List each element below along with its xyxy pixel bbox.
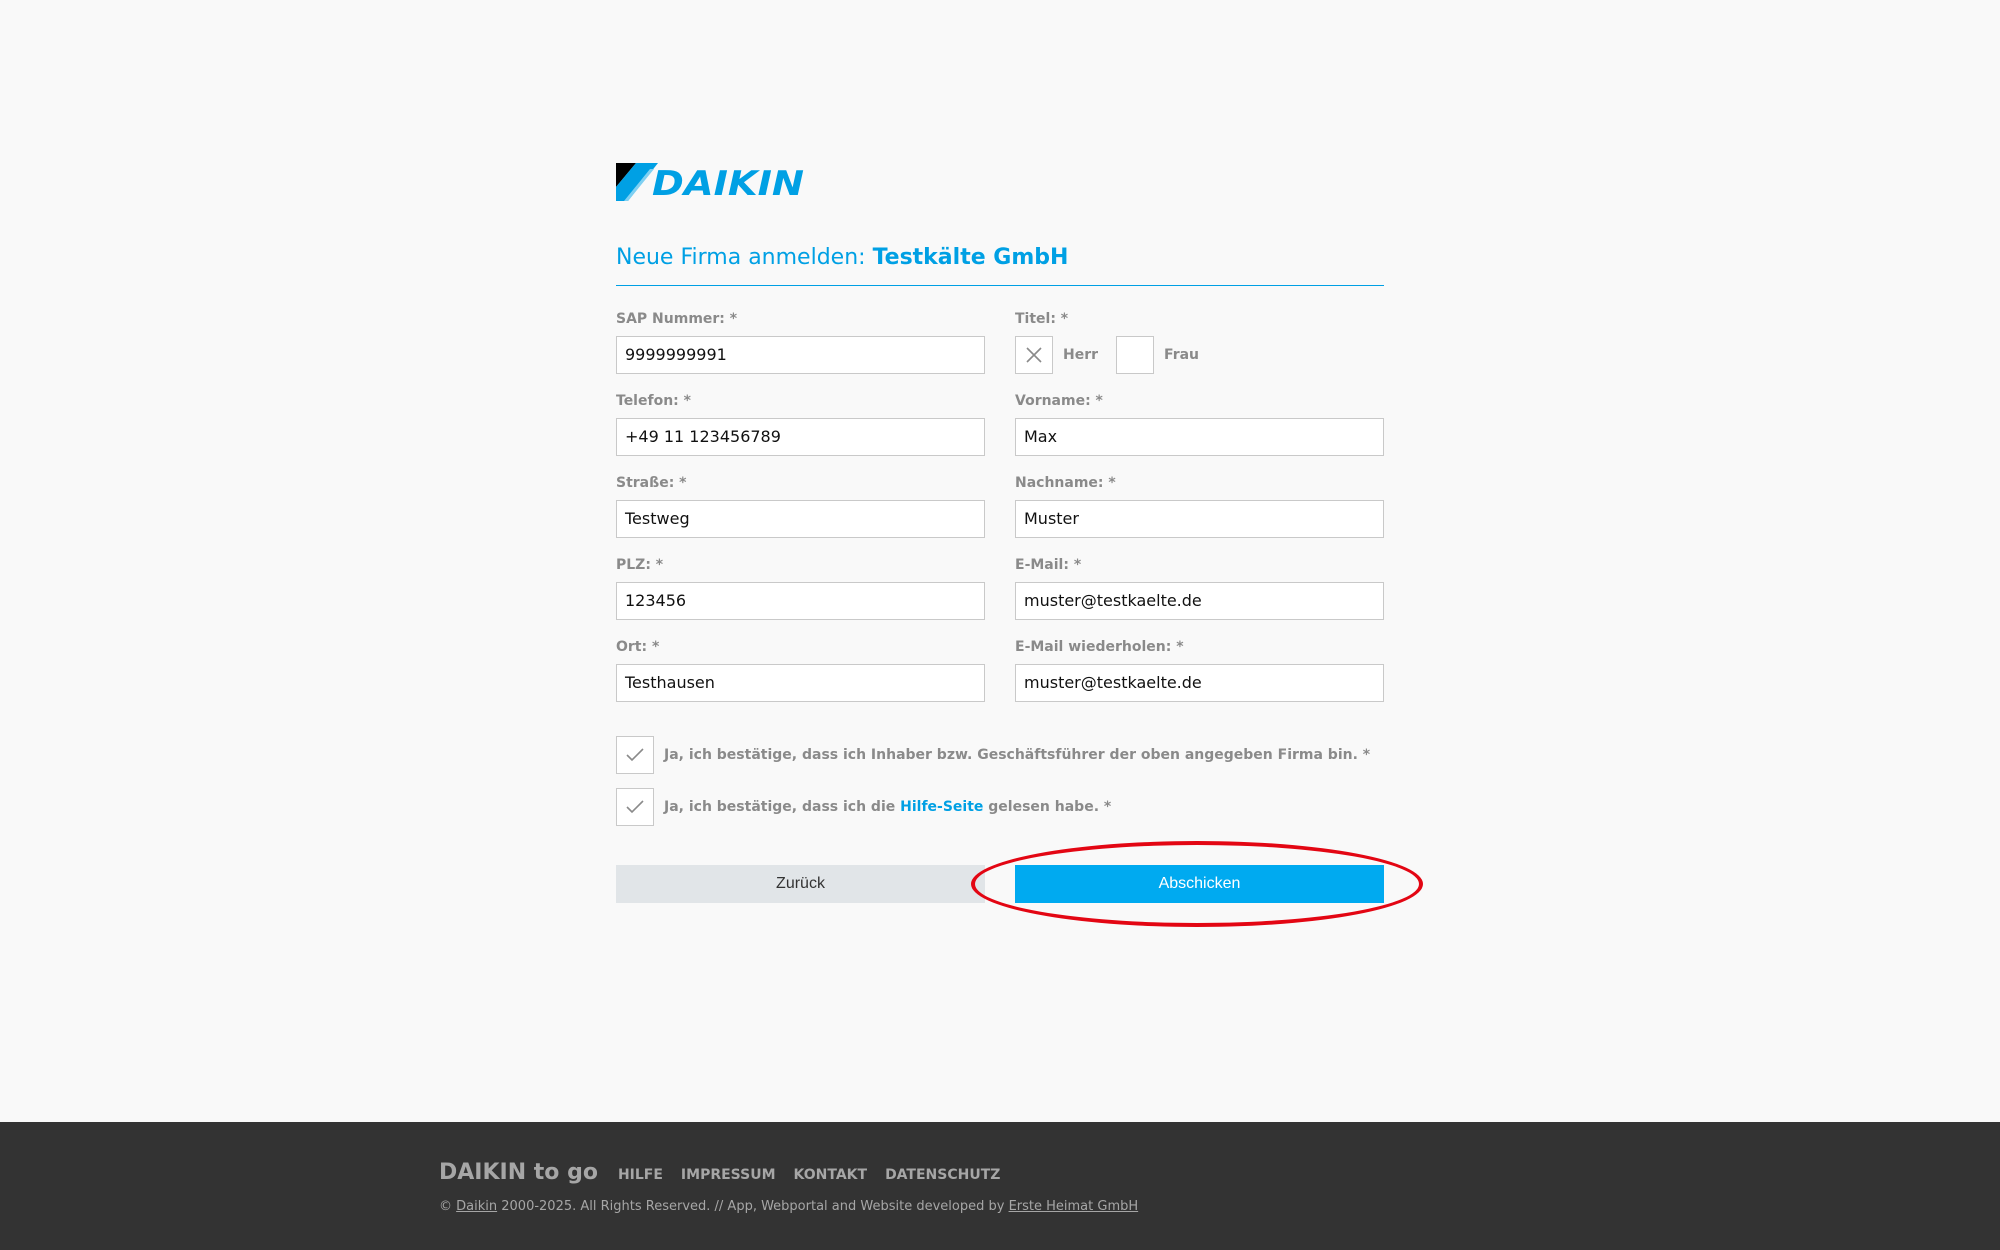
sap-label: SAP Nummer: *: [616, 311, 738, 327]
strasse-field: Straße: * Testweg: [616, 474, 985, 538]
footer-link-impressum[interactable]: IMPRESSUM: [681, 1167, 776, 1183]
plz-field: PLZ: * 123456: [616, 556, 985, 620]
footer-brand: DAIKIN to go: [439, 1160, 598, 1185]
plz-label: PLZ: *: [616, 557, 664, 573]
telefon-label: Telefon: *: [616, 393, 691, 409]
strasse-label: Straße: *: [616, 475, 687, 491]
confirm-owner-checkbox[interactable]: [616, 736, 654, 774]
plz-input[interactable]: 123456: [616, 582, 985, 620]
footer-content: DAIKIN to go HILFE IMPRESSUM KONTAKT DAT…: [439, 1160, 1138, 1214]
copyright-text: 2000-2025. All Rights Reserved. // App, …: [501, 1199, 1005, 1214]
ort-input[interactable]: Testhausen: [616, 664, 985, 702]
erste-heimat-link[interactable]: Erste Heimat GmbH: [1009, 1199, 1139, 1214]
form-actions: Zurück Abschicken: [616, 841, 1423, 927]
herr-label: Herr: [1063, 347, 1099, 363]
title-options: Herr Frau: [1015, 336, 1384, 374]
daikin-link[interactable]: Daikin: [456, 1199, 497, 1214]
email-input[interactable]: muster@testkaelte.de: [1015, 582, 1384, 620]
help-page-link[interactable]: Hilfe-Seite: [900, 799, 983, 815]
footer-link-kontakt[interactable]: KONTAKT: [794, 1167, 868, 1183]
email-repeat-input[interactable]: muster@testkaelte.de: [1015, 664, 1384, 702]
nachname-label: Nachname: *: [1015, 475, 1116, 491]
email-repeat-label: E-Mail wiederholen: *: [1015, 639, 1184, 655]
sap-field: SAP Nummer: * 9999999991: [616, 310, 985, 374]
frau-label: Frau: [1164, 347, 1200, 363]
confirm-owner-text: Ja, ich bestätige, dass ich Inhaber bzw.…: [664, 747, 1371, 763]
frau-checkbox[interactable]: [1116, 336, 1155, 374]
svg-text:DAIKIN: DAIKIN: [652, 164, 804, 201]
email-repeat-field: E-Mail wiederholen: * muster@testkaelte.…: [1015, 638, 1384, 702]
confirm-help-after: gelesen habe. *: [988, 799, 1112, 815]
daikin-logo: DAIKIN: [616, 163, 810, 201]
title-prefix: Neue Firma anmelden:: [616, 245, 866, 270]
confirm-help-before: Ja, ich bestätige, dass ich die: [664, 799, 896, 815]
checkmark-icon: [626, 748, 644, 762]
submit-button[interactable]: Abschicken: [1015, 865, 1384, 903]
back-button[interactable]: Zurück: [616, 865, 985, 903]
copyright: © Daikin 2000-2025. All Rights Reserved.…: [439, 1199, 1138, 1214]
telefon-input[interactable]: +49 11 123456789: [616, 418, 985, 456]
confirm-help-text: Ja, ich bestätige, dass ich die Hilfe-Se…: [664, 799, 1111, 815]
footer-nav: DAIKIN to go HILFE IMPRESSUM KONTAKT DAT…: [439, 1160, 1138, 1185]
email-field: E-Mail: * muster@testkaelte.de: [1015, 556, 1384, 620]
checkmark-icon: [626, 800, 644, 814]
nachname-field: Nachname: * Muster: [1015, 474, 1384, 538]
ort-field: Ort: * Testhausen: [616, 638, 985, 702]
footer-link-datenschutz[interactable]: DATENSCHUTZ: [885, 1167, 1000, 1183]
page-title: Neue Firma anmelden: Testkälte GmbH: [616, 243, 1384, 286]
footer: DAIKIN to go HILFE IMPRESSUM KONTAKT DAT…: [0, 1122, 2000, 1250]
sap-input[interactable]: 9999999991: [616, 336, 985, 374]
vorname-input[interactable]: Max: [1015, 418, 1384, 456]
confirm-owner-row: Ja, ich bestätige, dass ich Inhaber bzw.…: [616, 736, 1384, 774]
confirm-help-row: Ja, ich bestätige, dass ich die Hilfe-Se…: [616, 788, 1384, 826]
telefon-field: Telefon: * +49 11 123456789: [616, 392, 985, 456]
strasse-input[interactable]: Testweg: [616, 500, 985, 538]
copyright-symbol: ©: [439, 1199, 452, 1214]
vorname-label: Vorname: *: [1015, 393, 1103, 409]
company-name: Testkälte GmbH: [872, 245, 1069, 270]
email-label: E-Mail: *: [1015, 557, 1082, 573]
title-label: Titel: *: [1015, 311, 1069, 327]
vorname-field: Vorname: * Max: [1015, 392, 1384, 456]
confirm-help-checkbox[interactable]: [616, 788, 654, 826]
form-grid: SAP Nummer: * 9999999991 Titel: * Herr F…: [616, 310, 1384, 702]
herr-checkbox[interactable]: [1015, 336, 1053, 374]
nachname-input[interactable]: Muster: [1015, 500, 1384, 538]
footer-link-hilfe[interactable]: HILFE: [618, 1167, 663, 1183]
ort-label: Ort: *: [616, 639, 660, 655]
title-field: Titel: * Herr Frau: [1015, 310, 1384, 374]
registration-panel: DAIKIN Neue Firma anmelden: Testkälte Gm…: [616, 163, 1423, 927]
confirmations: Ja, ich bestätige, dass ich Inhaber bzw.…: [616, 736, 1384, 826]
x-mark-icon: [1026, 347, 1042, 363]
